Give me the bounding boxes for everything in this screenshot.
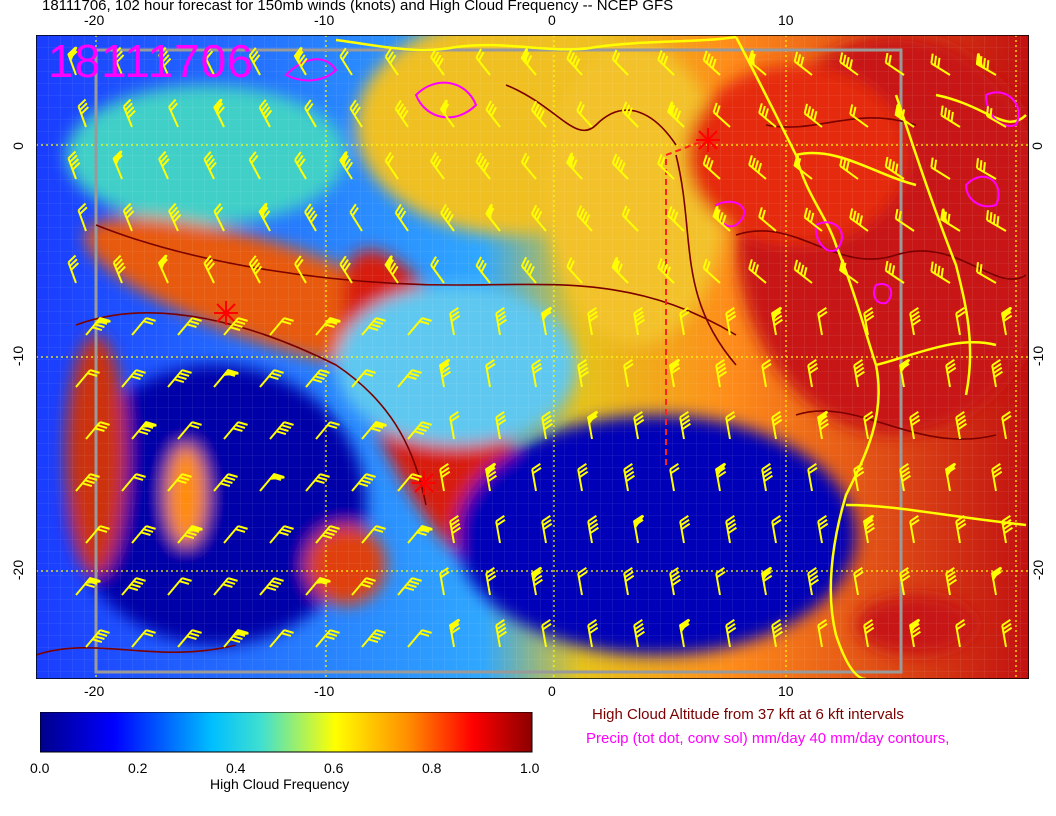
left-tick: 0 <box>9 142 26 150</box>
colorbar-tick: 0.8 <box>422 760 442 776</box>
bottom-tick: 0 <box>548 683 556 699</box>
colorbar-tick: 1.0 <box>520 760 540 776</box>
top-tick: 0 <box>548 12 556 28</box>
left-tick: -10 <box>10 345 27 367</box>
colorbar-tick: 0.6 <box>324 760 344 776</box>
storm-marker <box>696 128 720 152</box>
forecast-stamp: 18111706 <box>48 35 254 87</box>
colorbar-tick: 0.2 <box>128 760 148 776</box>
colorbar-tick: 0.4 <box>226 760 246 776</box>
right-tick: 0 <box>1028 142 1045 150</box>
bottom-tick: -20 <box>84 683 105 699</box>
colorbar-tick: 0.0 <box>30 760 50 776</box>
map-title: 18111706, 102 hour forecast for 150mb wi… <box>42 0 674 14</box>
altitude-note: High Cloud Altitude from 37 kft at 6 kft… <box>592 706 904 723</box>
top-tick: -20 <box>84 12 105 28</box>
colorbar <box>40 712 533 753</box>
right-tick: -10 <box>1030 345 1047 367</box>
precip-note: Precip (tot dot, conv sol) mm/day 40 mm/… <box>586 730 950 747</box>
colorbar-label: High Cloud Frequency <box>210 776 350 792</box>
left-tick: -20 <box>10 559 27 581</box>
top-tick: -10 <box>314 12 335 28</box>
bottom-tick: 10 <box>778 683 794 699</box>
forecast-map[interactable] <box>36 35 1029 679</box>
bottom-tick: -10 <box>314 683 335 699</box>
top-tick: 10 <box>778 12 794 28</box>
right-tick: -20 <box>1030 559 1047 581</box>
